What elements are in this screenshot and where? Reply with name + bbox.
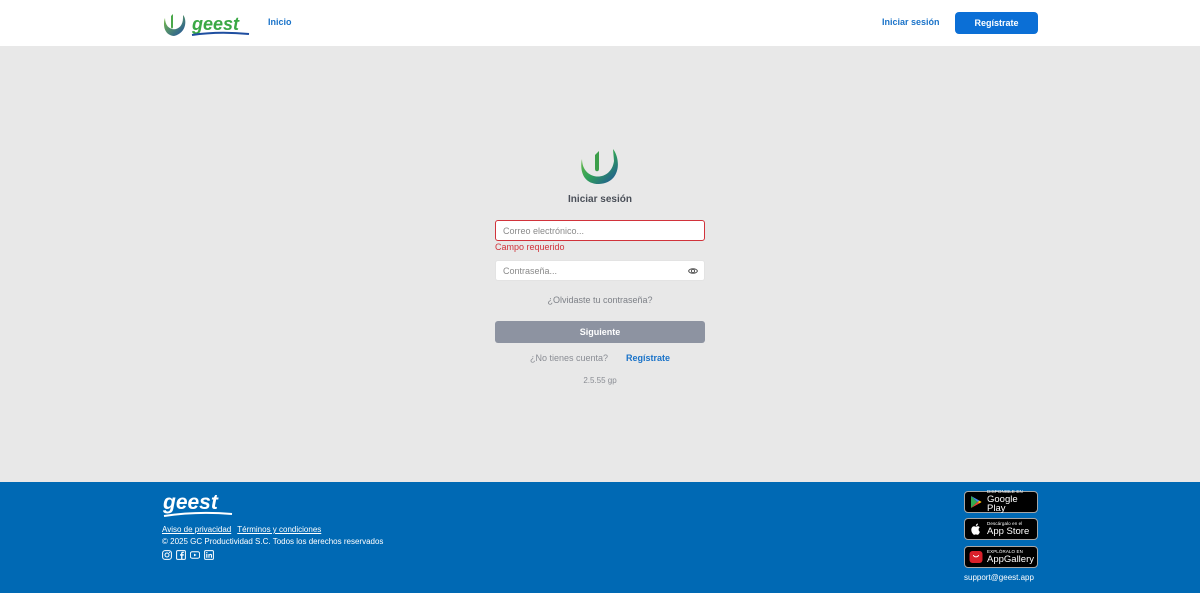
register-link[interactable]: Regístrate bbox=[626, 353, 670, 363]
geest-mark-icon bbox=[581, 149, 618, 184]
email-field-wrapper bbox=[495, 220, 705, 241]
login-section: Iniciar sesión Campo requerido ¿Olvidast… bbox=[0, 46, 1200, 482]
email-input[interactable] bbox=[496, 221, 704, 241]
youtube-link[interactable] bbox=[190, 550, 200, 560]
app-store-button[interactable]: Descárgalo en el App Store bbox=[964, 518, 1038, 540]
password-input[interactable] bbox=[496, 261, 704, 281]
footer-links: Aviso de privacidad Términos y condicion… bbox=[162, 525, 321, 534]
geest-logo: geest bbox=[163, 14, 250, 36]
no-account-text: ¿No tienes cuenta? bbox=[529, 353, 609, 363]
huawei-app-gallery-icon bbox=[969, 551, 983, 563]
social-links bbox=[162, 550, 214, 560]
linkedin-icon bbox=[204, 550, 214, 560]
app-gallery-button[interactable]: EXPLÓRALO EN AppGallery bbox=[964, 546, 1038, 568]
svg-text:geest: geest bbox=[191, 14, 240, 34]
google-play-label: Google Play bbox=[987, 493, 1018, 515]
geest-logo-link[interactable]: geest bbox=[163, 11, 251, 39]
nav-home-link[interactable]: Inicio bbox=[268, 17, 292, 27]
signup-row: ¿No tienes cuenta? Regístrate bbox=[0, 353, 1200, 363]
next-button[interactable]: Siguiente bbox=[495, 321, 705, 343]
google-play-icon bbox=[971, 496, 982, 508]
instagram-link[interactable] bbox=[162, 550, 172, 560]
login-title: Iniciar sesión bbox=[568, 194, 632, 205]
forgot-password-link[interactable]: ¿Olvidaste tu contraseña? bbox=[0, 295, 1200, 305]
apple-icon bbox=[971, 523, 980, 535]
app-version: 2.5.55 gp bbox=[583, 376, 617, 385]
top-header: geest Inicio Iniciar sesión Regístrate bbox=[0, 0, 1200, 46]
app-gallery-label: AppGallery bbox=[987, 553, 1034, 565]
password-field-wrapper bbox=[495, 260, 705, 281]
google-play-button[interactable]: DISPONIBLE EN Google Play bbox=[964, 490, 1038, 515]
linkedin-link[interactable] bbox=[204, 550, 214, 560]
geest-footer-logo: geest bbox=[162, 491, 233, 517]
youtube-icon bbox=[190, 551, 200, 559]
eye-icon[interactable] bbox=[688, 266, 698, 276]
app-store-label: App Store bbox=[987, 525, 1030, 537]
facebook-icon bbox=[176, 550, 186, 560]
nav-register-button[interactable]: Regístrate bbox=[955, 12, 1038, 34]
facebook-link[interactable] bbox=[176, 550, 186, 560]
footer: geest Aviso de privacidad Términos y con… bbox=[0, 482, 1200, 593]
support-email-link[interactable]: support@geest.app bbox=[964, 573, 1034, 582]
instagram-icon bbox=[162, 550, 172, 560]
nav-login-link[interactable]: Iniciar sesión bbox=[882, 17, 940, 27]
copyright-text: © 2025 GC Productividad S.C. Todos los d… bbox=[162, 537, 384, 546]
svg-text:geest: geest bbox=[162, 491, 219, 514]
terms-link[interactable]: Términos y condiciones bbox=[237, 525, 321, 534]
email-error-message: Campo requerido bbox=[495, 242, 565, 252]
privacy-link[interactable]: Aviso de privacidad bbox=[162, 525, 231, 534]
